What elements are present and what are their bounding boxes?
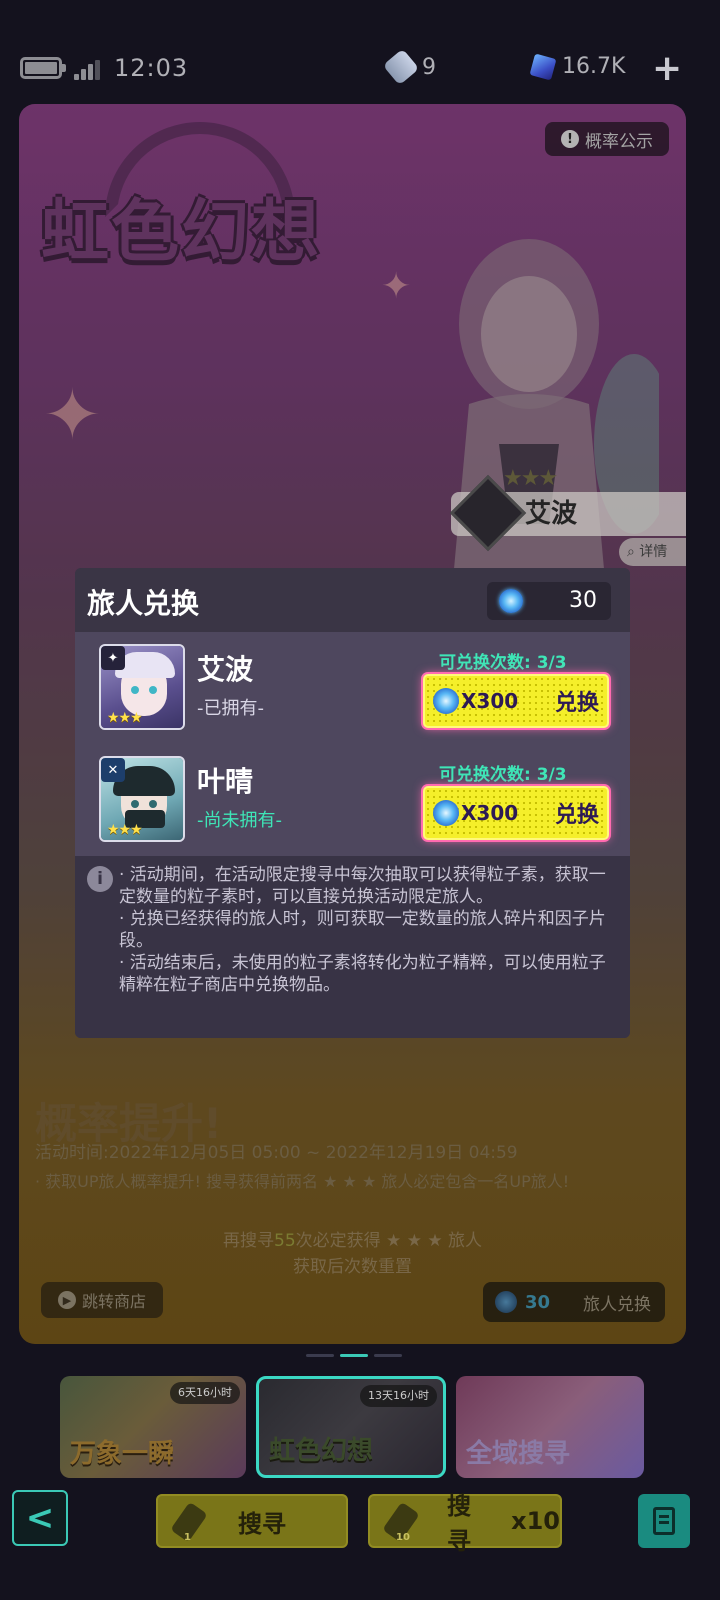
single-search-button[interactable]: 1 搜寻	[156, 1494, 348, 1548]
banner-timer: 13天16小时	[360, 1385, 437, 1407]
banner-thumb-title: 全域搜寻	[466, 1439, 571, 1469]
rule-item: · 活动结束后，未使用的粒子素将转化为粒子精粹，可以使用粒子精粹在粒子商店中兑换…	[119, 953, 606, 995]
ticket-counter[interactable]: 9	[382, 48, 436, 86]
avatar[interactable]: ✦ ★★★	[99, 644, 185, 730]
banner-thumb-title: 虹色幻想	[269, 1436, 374, 1466]
traveler-name: 艾波	[197, 653, 254, 686]
gem-count-value: 16.7K	[562, 54, 626, 79]
traveler-name: 叶晴	[197, 765, 254, 798]
particle-balance-value: 30	[569, 588, 597, 613]
class-icon: ✦	[101, 646, 125, 670]
rarity-stars: ★★★	[107, 822, 143, 838]
particle-icon	[433, 800, 459, 826]
exchange-count: 可兑换次数: 3/3	[439, 653, 567, 673]
ticket-icon	[382, 48, 420, 86]
list-item: ✦ ★★★ 艾波 -已拥有- 可兑换次数: 3/3 X300 兑换	[75, 632, 630, 744]
exchange-button-label: 兑换	[554, 691, 599, 716]
record-button[interactable]	[638, 1494, 690, 1548]
ticket-count: 1	[184, 1532, 191, 1543]
exchange-count: 可兑换次数: 3/3	[439, 765, 567, 785]
banner-thumb-title: 万象一瞬	[70, 1439, 175, 1469]
particle-icon	[433, 688, 459, 714]
dialog-header: 旅人兑换 30	[75, 568, 630, 632]
plus-icon[interactable]: +	[652, 48, 682, 89]
search-label: 搜寻	[238, 1509, 286, 1538]
clock: 12:03	[114, 54, 189, 82]
back-arrow-icon: <	[25, 1498, 55, 1538]
ticket-count: 10	[396, 1532, 410, 1543]
gem-counter[interactable]: 16.7K	[529, 53, 626, 80]
exchange-price: X300	[461, 689, 519, 713]
exchange-button[interactable]: X300 兑换	[423, 786, 609, 840]
owned-status: -已拥有-	[197, 698, 264, 719]
banner-thumb-selected[interactable]: 13天16小时 虹色幻想	[256, 1376, 446, 1478]
search-multiplier: x10	[511, 1507, 560, 1535]
rarity-stars: ★★★	[107, 710, 143, 726]
particle-icon	[499, 589, 523, 613]
class-icon: ✕	[101, 758, 125, 782]
search-label: 搜寻	[447, 1492, 472, 1555]
back-button[interactable]: <	[12, 1490, 68, 1546]
list-item: ✕ ★★★ 叶晴 -尚未拥有- 可兑换次数: 3/3 X300 兑换	[75, 744, 630, 856]
exchange-rules: i · 活动期间，在活动限定搜寻中每次抽取可以获得粒子素，获取一定数量的粒子素时…	[75, 856, 630, 1038]
particle-balance: 30	[487, 582, 611, 620]
banner-timer: 6天16小时	[170, 1382, 240, 1404]
signal-icon	[74, 60, 100, 80]
carousel-pager	[306, 1354, 426, 1359]
battery-icon	[20, 57, 66, 79]
rule-item: · 兑换已经获得的旅人时，则可获取一定数量的旅人碎片和因子片段。	[119, 909, 606, 951]
rule-item: · 活动期间，在活动限定搜寻中每次抽取可以获得粒子素，获取一定数量的粒子素时，可…	[119, 865, 606, 907]
banner-thumb[interactable]: 6天16小时 万象一瞬	[60, 1376, 246, 1478]
ticket-count-value: 9	[422, 54, 436, 80]
ten-search-button[interactable]: 10 搜寻 x10	[368, 1492, 562, 1555]
exchange-price: X300	[461, 801, 519, 825]
banner-thumb[interactable]: 全域搜寻	[456, 1376, 644, 1478]
gem-icon	[529, 53, 557, 80]
ticket-icon: 10	[382, 1501, 420, 1543]
traveler-exchange-dialog: 旅人兑换 30 ✦ ★★★ 艾波 -已拥有- 可兑换次数: 3/3 X300 兑…	[75, 568, 630, 1038]
record-icon	[653, 1507, 675, 1535]
ticket-icon: 1	[170, 1501, 208, 1543]
dialog-title: 旅人兑换	[87, 587, 200, 620]
owned-status: -尚未拥有-	[197, 810, 282, 831]
exchange-button-label: 兑换	[554, 803, 599, 828]
rules-text: · 活动期间，在活动限定搜寻中每次抽取可以获得粒子素，获取一定数量的粒子素时，可…	[119, 864, 619, 996]
info-icon: i	[87, 866, 113, 892]
exchange-list: ✦ ★★★ 艾波 -已拥有- 可兑换次数: 3/3 X300 兑换 ✕ ★★★ …	[75, 632, 630, 856]
status-bar: 12:03 9 16.7K +	[0, 40, 720, 100]
avatar[interactable]: ✕ ★★★	[99, 756, 185, 842]
exchange-button[interactable]: X300 兑换	[423, 674, 609, 728]
